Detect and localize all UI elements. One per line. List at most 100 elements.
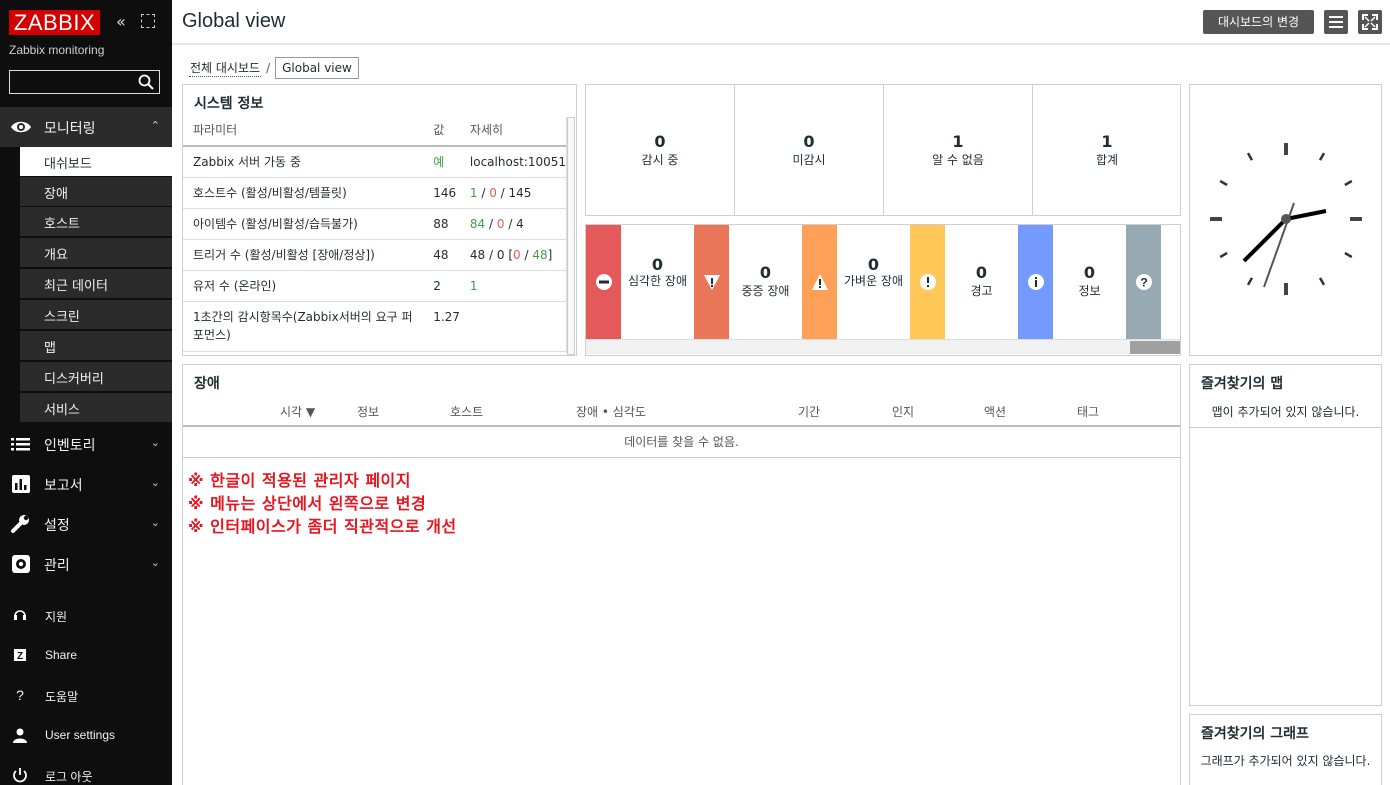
fullscreen-button[interactable]	[1358, 10, 1382, 34]
sidebar-item-maps[interactable]: 맵	[20, 331, 172, 361]
menu-share[interactable]: Z Share	[0, 637, 172, 673]
column-header-tags: 태그	[1077, 405, 1100, 419]
page-header: Global view 대시보드의 변경	[172, 0, 1390, 44]
column-header-info: 정보	[357, 405, 380, 419]
severity-average[interactable]: 0 가벼운 장애	[802, 225, 910, 339]
breadcrumb-current[interactable]: Global view	[275, 57, 359, 79]
menu-user-settings[interactable]: User settings	[0, 717, 172, 753]
severity-warning[interactable]: 0 경고	[910, 225, 1018, 339]
problems-table-header: 시각 ▼ 정보 호스트 장애 • 심각도 기간 인지 액션 태그	[183, 395, 1180, 427]
page-title: Global view	[182, 10, 286, 32]
favorite-graphs-widget: 즐겨찾기의 그래프 그래프가 추가되어 있지 않습니다.	[1189, 714, 1382, 785]
availability-cell[interactable]: 0 감시 중	[586, 85, 735, 215]
high-severity-icon	[704, 275, 720, 290]
sidebar-item-overview[interactable]: 개요	[20, 238, 172, 268]
search-icon[interactable]	[138, 74, 154, 90]
detail-ok: 48	[532, 247, 548, 262]
svg-text:Z: Z	[17, 651, 23, 662]
severity-high[interactable]: 0 중증 장애	[694, 225, 802, 339]
severity-count: 0	[759, 263, 772, 282]
availability-count: 1	[1101, 132, 1113, 151]
availability-cell[interactable]: 1 합계	[1033, 85, 1180, 215]
list-icon	[11, 438, 30, 451]
vertical-scrollbar[interactable]	[566, 117, 575, 355]
collapse-sidebar-icon[interactable]: «	[116, 14, 132, 30]
column-header-actions: 액션	[984, 405, 1007, 419]
sidebar-search-input[interactable]	[9, 70, 160, 94]
edit-dashboard-button[interactable]: 대시보드의 변경	[1203, 10, 1314, 34]
server-name: Zabbix monitoring	[9, 43, 105, 57]
user-icon	[13, 728, 27, 743]
hour-hand	[1242, 217, 1288, 263]
menu-monitoring[interactable]: 모니터링 ⌃	[0, 107, 172, 147]
problems-by-severity-widget: 0 심각한 장애 0 중증 장애 0 가벼운 장애 0 경고 0 정보 ?	[585, 224, 1181, 356]
detail-cell: 1	[459, 270, 566, 302]
availability-count: 0	[654, 132, 666, 151]
chevron-down-icon: ⌄	[150, 516, 160, 529]
horizontal-scrollbar[interactable]	[586, 339, 1180, 354]
zabbix-logo[interactable]: ZABBIX	[9, 10, 100, 35]
clock-tick	[1219, 251, 1228, 259]
sidebar-item-problems[interactable]: 장애	[20, 177, 172, 207]
column-header-time[interactable]: 시각 ▼	[280, 403, 315, 420]
sidebar-item-latest-data[interactable]: 최근 데이터	[20, 269, 172, 299]
column-header-problem-severity: 장애 • 심각도	[576, 405, 646, 419]
availability-cell[interactable]: 1 알 수 없음	[884, 85, 1033, 215]
menu-inventory[interactable]: 인벤토리 ⌄	[0, 424, 172, 464]
menu-logout[interactable]: 로그 아웃	[0, 757, 172, 785]
availability-label: 합계	[1095, 153, 1119, 167]
average-severity-icon	[812, 274, 828, 290]
sidebar-item-services[interactable]: 서비스	[20, 393, 172, 423]
breadcrumb: 전체 대시보드 / Global view	[189, 57, 359, 79]
availability-cell[interactable]: 0 미감시	[735, 85, 884, 215]
column-header-ack: 인지	[892, 405, 915, 419]
no-data-message: 데이터를 찾을 수 없음.	[183, 427, 1180, 458]
value-cell: 48	[423, 239, 460, 271]
detail-active: 1	[469, 185, 478, 200]
sidebar-item-discovery[interactable]: 디스커버리	[20, 362, 172, 392]
availability-label: 미감시	[792, 153, 826, 167]
menu-configuration[interactable]: 설정 ⌄	[0, 504, 172, 544]
menu-reports-label: 보고서	[44, 478, 83, 494]
clock-tick	[1344, 179, 1353, 187]
scrollbar-thumb[interactable]	[567, 117, 575, 355]
breadcrumb-separator: /	[266, 61, 271, 75]
detail-templates: 145	[508, 185, 532, 200]
detail-cell	[459, 301, 566, 352]
severity-color: ?	[1126, 225, 1161, 339]
detail-cell: localhost:10051	[459, 146, 566, 178]
clock-tick	[1219, 179, 1228, 187]
column-header: 파라미터	[183, 114, 424, 147]
dashboard-actions-button[interactable]	[1324, 10, 1348, 34]
svg-text:?: ?	[1140, 276, 1147, 290]
severity-label: 심각한 장애	[627, 274, 687, 288]
system-info-widget: 시스템 정보 파라미터 값 자세히 Zabbix 서버 가동 중 예 local…	[182, 84, 577, 356]
kiosk-mode-icon[interactable]	[141, 14, 155, 28]
favorite-graphs-title: 즐겨찾기의 그래프	[1201, 726, 1309, 742]
menu-administration[interactable]: 관리 ⌄	[0, 544, 172, 584]
sidebar-item-dashboard[interactable]: 대쉬보드	[20, 147, 172, 177]
severity-not-classified[interactable]: ?	[1126, 225, 1180, 339]
problems-title: 장애	[194, 376, 220, 392]
menu-support[interactable]: 지원	[0, 597, 172, 633]
value-cell: 1.27	[423, 301, 460, 352]
breadcrumb-all-dashboards[interactable]: 전체 대시보드	[189, 59, 262, 77]
availability-label: 감시 중	[641, 153, 679, 167]
severity-count: 0	[867, 255, 880, 274]
table-header-row: 파라미터 값 자세히	[183, 114, 566, 147]
scrollbar-thumb[interactable]	[1130, 341, 1180, 354]
menu-help[interactable]: ? 도움말	[0, 677, 172, 713]
analog-clock	[1210, 143, 1362, 295]
availability-count: 0	[803, 132, 815, 151]
detail-cell: 1 / 0 / 145	[459, 177, 566, 209]
chevron-down-icon: ⌄	[150, 436, 160, 449]
severity-label: 가벼운 장애	[843, 274, 903, 288]
detail-disabled: 0	[496, 247, 505, 262]
severity-information[interactable]: 0 정보	[1018, 225, 1126, 339]
sidebar-item-hosts[interactable]: 호스트	[20, 207, 172, 237]
menu-reports[interactable]: 보고서 ⌄	[0, 464, 172, 504]
sidebar-item-screens[interactable]: 스크린	[20, 300, 172, 330]
column-header: 자세히	[459, 114, 566, 147]
severity-disaster[interactable]: 0 심각한 장애	[586, 225, 694, 339]
problems-widget: 장애 시각 ▼ 정보 호스트 장애 • 심각도 기간 인지 액션 태그 데이터를…	[182, 364, 1181, 785]
